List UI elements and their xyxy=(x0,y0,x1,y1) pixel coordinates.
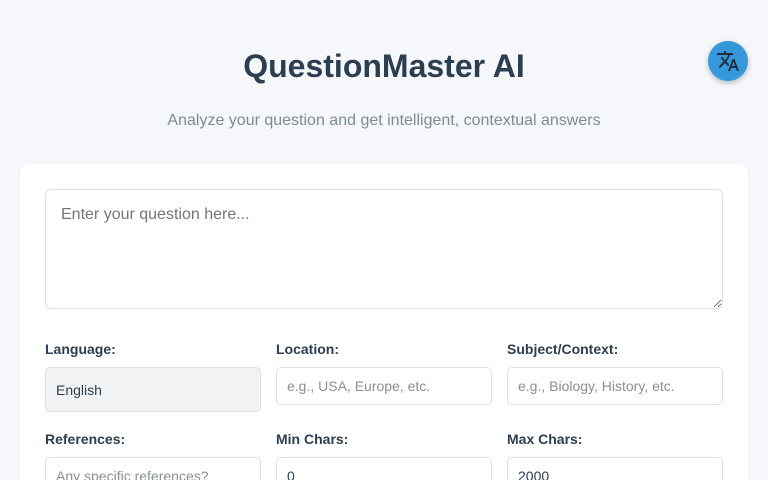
page-title: QuestionMaster AI xyxy=(243,48,525,84)
translate-icon xyxy=(717,51,739,71)
max-chars-input[interactable] xyxy=(507,457,723,480)
subject-label: Subject/Context: xyxy=(507,341,619,357)
page-subtitle: Analyze your question and get intelligen… xyxy=(167,112,601,129)
min-chars-input[interactable] xyxy=(276,457,492,480)
subject-input[interactable] xyxy=(507,367,723,405)
references-label: References: xyxy=(45,431,126,447)
min-chars-label: Min Chars: xyxy=(276,431,349,447)
translate-button[interactable] xyxy=(708,41,748,81)
question-textarea[interactable] xyxy=(45,189,723,309)
location-label: Location: xyxy=(276,341,339,357)
max-chars-label: Max Chars: xyxy=(507,431,583,447)
question-form-card: Language: English Location: Subject/Cont… xyxy=(20,164,748,480)
language-select[interactable]: English xyxy=(45,367,261,412)
location-input[interactable] xyxy=(276,367,492,405)
page: QuestionMaster AI Analyze your question … xyxy=(0,0,768,480)
language-label: Language: xyxy=(45,341,116,357)
references-input[interactable] xyxy=(45,457,261,480)
language-select-value: English xyxy=(56,381,102,398)
